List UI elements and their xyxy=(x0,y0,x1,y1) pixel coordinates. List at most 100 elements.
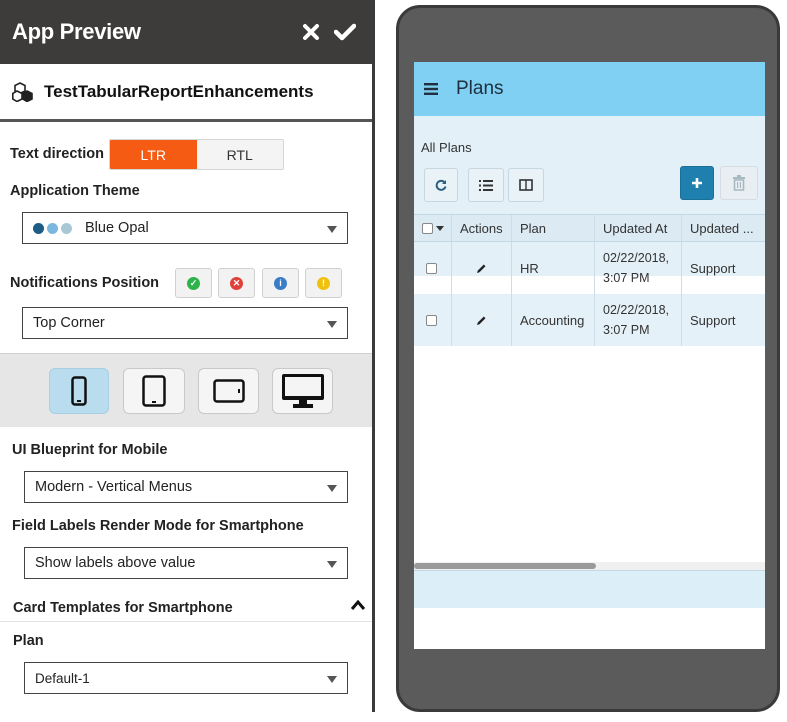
trash-icon xyxy=(733,175,745,191)
notifications-label: Notifications Position xyxy=(10,275,160,291)
chevron-down-icon xyxy=(327,485,337,492)
chevron-down-icon xyxy=(327,676,337,683)
tablet-landscape-icon xyxy=(212,379,245,403)
row-updated-by-cell: Support xyxy=(690,312,736,328)
row-checkbox[interactable] xyxy=(426,314,437,326)
blueprint-label: UI Blueprint for Mobile xyxy=(12,442,168,458)
column-header-updated-by[interactable]: Updated ... xyxy=(682,215,765,241)
pencil-icon[interactable] xyxy=(476,263,487,274)
notifications-value: Top Corner xyxy=(33,315,105,331)
tablet-portrait-button[interactable] xyxy=(123,368,185,414)
panel-header: App Preview xyxy=(0,0,372,64)
card-templates-label: Card Templates for Smartphone xyxy=(13,600,233,616)
confirm-button[interactable] xyxy=(330,17,360,47)
list-view-button[interactable] xyxy=(468,168,504,202)
app-preview-panel: App Preview TestTabularReportEnhancement… xyxy=(0,0,375,712)
close-button[interactable] xyxy=(296,17,326,47)
notifications-select[interactable]: Top Corner xyxy=(22,307,348,339)
table-row[interactable]: Accounting 02/22/2018, 3:07 PM Support xyxy=(414,294,765,346)
smartphone-icon xyxy=(71,376,87,406)
row-actions-cell xyxy=(452,242,512,294)
notifications-row: Notifications Position xyxy=(10,275,159,291)
swatch-mid xyxy=(47,222,58,234)
row-checkbox[interactable] xyxy=(426,262,437,274)
column-header-plan[interactable]: Plan xyxy=(512,215,595,241)
text-direction-row: Text direction xyxy=(10,146,104,162)
row-updated-by-cell: Support xyxy=(690,260,736,276)
page-title: Plans xyxy=(456,78,504,99)
hamburger-menu-icon[interactable] xyxy=(424,83,438,95)
field-labels-row: Field Labels Render Mode for Smartphone xyxy=(12,518,304,534)
panel-title: App Preview xyxy=(12,19,141,44)
grid-header: Actions Plan Updated At Updated ... xyxy=(414,214,765,242)
ltr-option[interactable]: LTR xyxy=(110,140,197,169)
chevron-down-icon xyxy=(327,321,337,328)
desktop-button[interactable] xyxy=(272,368,333,414)
swatch-light xyxy=(61,222,72,234)
theme-row: Application Theme xyxy=(10,183,140,199)
plan-row: Plan xyxy=(13,633,44,649)
caret-down-icon xyxy=(436,225,444,231)
pencil-icon[interactable] xyxy=(476,315,487,326)
field-labels-select[interactable]: Show labels above value xyxy=(24,547,348,579)
tablet-icon xyxy=(142,375,166,407)
field-labels-label: Field Labels Render Mode for Smartphone xyxy=(12,518,304,534)
close-icon xyxy=(303,24,319,40)
row-actions-cell xyxy=(452,294,512,346)
device-selector xyxy=(0,353,372,427)
add-button[interactable] xyxy=(680,166,714,200)
plans-grid: Actions Plan Updated At Updated ... HR 0… xyxy=(414,214,765,346)
chevron-up-icon xyxy=(350,599,366,610)
section-title: All Plans xyxy=(421,140,472,155)
row-updated-at-cell: 02/22/2018, 3:07 PM xyxy=(595,242,682,294)
table-row[interactable]: HR 02/22/2018, 3:07 PM Support xyxy=(414,242,765,294)
app-name-row: TestTabularReportEnhancements xyxy=(0,64,372,122)
tablet-landscape-button[interactable] xyxy=(198,368,259,414)
plan-label: Plan xyxy=(13,633,44,649)
column-header-actions[interactable]: Actions xyxy=(452,215,512,241)
select-all-checkbox[interactable] xyxy=(422,222,433,234)
monitor-icon xyxy=(281,374,324,408)
row-updated-date: 02/22/2018, xyxy=(603,251,670,265)
plan-template-value: Default-1 xyxy=(35,670,90,686)
warning-circle-icon: ! xyxy=(317,276,330,290)
blueprint-row: UI Blueprint for Mobile xyxy=(12,442,167,458)
row-plan-cell: HR xyxy=(512,242,595,294)
row-updated-time: 3:07 PM xyxy=(603,323,650,337)
delete-button[interactable] xyxy=(720,166,758,200)
notify-info-button[interactable]: i xyxy=(262,268,299,298)
app-topbar: Plans xyxy=(414,62,765,116)
swatch-dark xyxy=(33,222,44,234)
chevron-down-icon xyxy=(327,561,337,568)
row-plan-cell: Accounting xyxy=(512,294,595,346)
plan-template-select[interactable]: Default-1 xyxy=(24,662,348,694)
notify-success-button[interactable]: ✓ xyxy=(175,268,212,298)
theme-value: Blue Opal xyxy=(85,220,149,236)
rtl-option[interactable]: RTL xyxy=(196,140,283,169)
row-updated-at-cell: 02/22/2018, 3:07 PM xyxy=(595,294,682,346)
check-circle-icon: ✓ xyxy=(187,276,200,290)
horizontal-scrollbar[interactable] xyxy=(414,562,765,570)
card-templates-header[interactable]: Card Templates for Smartphone xyxy=(0,594,372,622)
scrollbar-thumb[interactable] xyxy=(414,563,596,569)
app-name: TestTabularReportEnhancements xyxy=(44,81,314,101)
info-circle-icon: i xyxy=(274,276,287,290)
x-circle-icon: ✕ xyxy=(230,276,243,290)
row-updated-time: 3:07 PM xyxy=(603,271,650,285)
text-direction-toggle: LTR RTL xyxy=(109,139,284,170)
column-header-updated-at[interactable]: Updated At xyxy=(595,215,682,241)
row-select-cell xyxy=(414,242,452,294)
smartphone-button[interactable] xyxy=(49,368,109,414)
theme-swatches xyxy=(33,222,75,234)
theme-label: Application Theme xyxy=(10,183,140,199)
notify-warning-button[interactable]: ! xyxy=(305,268,342,298)
refresh-button[interactable] xyxy=(424,168,458,202)
select-all-cell[interactable] xyxy=(414,215,452,241)
blueprint-value: Modern - Vertical Menus xyxy=(35,479,193,495)
blueprint-select[interactable]: Modern - Vertical Menus xyxy=(24,471,348,503)
cubes-icon xyxy=(12,81,33,102)
columns-view-button[interactable] xyxy=(508,168,544,202)
chevron-down-icon xyxy=(327,226,337,233)
notify-error-button[interactable]: ✕ xyxy=(218,268,255,298)
theme-select[interactable]: Blue Opal xyxy=(22,212,348,244)
